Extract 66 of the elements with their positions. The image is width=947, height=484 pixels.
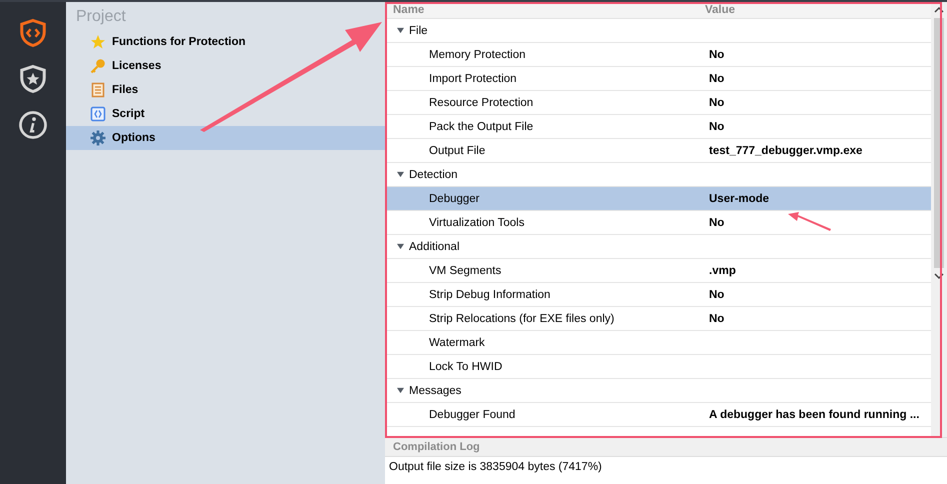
collapse-icon[interactable] (397, 171, 404, 178)
annotation-arrow (788, 212, 831, 231)
info-icon[interactable] (16, 108, 50, 142)
property-row[interactable]: Resource Protection No (385, 91, 931, 115)
panel-title: Project (75, 7, 127, 27)
collapse-icon[interactable] (397, 243, 404, 250)
property-row[interactable]: Pack the Output File No (385, 115, 931, 139)
script-icon (90, 106, 106, 122)
property-name: Debugger (428, 192, 481, 204)
panel-title: Compilation Log (393, 441, 480, 453)
property-value: User-mode (709, 192, 770, 204)
property-name: Virtualization Tools (428, 216, 526, 228)
group-label: Additional (409, 240, 460, 252)
property-value: No (709, 216, 724, 228)
collapse-icon[interactable] (397, 27, 404, 34)
document-icon (90, 82, 106, 98)
property-name: Pack the Output File (428, 120, 534, 132)
property-name: Watermark (428, 336, 486, 348)
group-row[interactable]: File (385, 19, 931, 43)
property-value: No (709, 312, 724, 324)
property-name: Strip Debug Information (428, 288, 552, 300)
property-value: No (709, 48, 724, 60)
sidebar-item[interactable]: Functions for Protection (66, 30, 385, 54)
property-value: test_777_debugger.vmp.exe (709, 144, 862, 156)
property-row[interactable]: Lock To HWID (385, 355, 931, 379)
property-name: Resource Protection (428, 96, 534, 108)
property-row[interactable]: Watermark (385, 331, 931, 355)
sidebar-item[interactable]: Options (66, 126, 385, 150)
star-icon (90, 34, 106, 50)
group-label: Detection (409, 168, 458, 180)
group-row[interactable]: Additional (385, 235, 931, 259)
property-value: A debugger has been found running ... (709, 408, 920, 420)
property-name: Debugger Found (428, 408, 516, 420)
property-row[interactable]: VM Segments .vmp (385, 259, 931, 283)
property-row[interactable]: Debugger User-mode (385, 187, 931, 211)
property-value: No (709, 288, 724, 300)
property-name: Memory Protection (428, 48, 527, 60)
property-row[interactable]: Strip Debug Information No (385, 283, 931, 307)
property-row[interactable]: Import Protection No (385, 67, 931, 91)
property-value: No (709, 72, 724, 84)
sidebar-item[interactable]: Licenses (66, 54, 385, 78)
property-row[interactable]: Memory Protection No (385, 43, 931, 67)
property-name: Output File (428, 144, 486, 156)
property-row[interactable]: Output File test_777_debugger.vmp.exe (385, 139, 931, 163)
sidebar-item[interactable]: Script (66, 102, 385, 126)
property-value: No (709, 120, 724, 132)
property-value: No (709, 96, 724, 108)
group-row[interactable]: Messages (385, 379, 931, 403)
group-label: Messages (409, 384, 462, 396)
property-name: Import Protection (428, 72, 518, 84)
gear-icon (90, 130, 106, 146)
property-name: Strip Relocations (for EXE files only) (428, 312, 616, 324)
sidebar-item[interactable]: Files (66, 78, 385, 102)
key-icon (90, 58, 106, 74)
column-header: Value (705, 3, 736, 18)
log-line: Output file size is 3835904 bytes (7417%) (389, 461, 603, 473)
property-name: Lock To HWID (428, 360, 504, 372)
property-value: .vmp (709, 264, 736, 276)
scroll-down-icon[interactable] (934, 272, 944, 280)
property-row[interactable]: Debugger Found A debugger has been found running ... (385, 403, 931, 427)
property-name: VM Segments (428, 264, 502, 276)
collapse-icon[interactable] (397, 387, 404, 394)
property-row[interactable]: Strip Relocations (for EXE files only) No (385, 307, 931, 331)
group-label: File (409, 24, 428, 36)
column-header: Name (392, 3, 426, 18)
scroll-up-icon[interactable] (934, 6, 944, 14)
